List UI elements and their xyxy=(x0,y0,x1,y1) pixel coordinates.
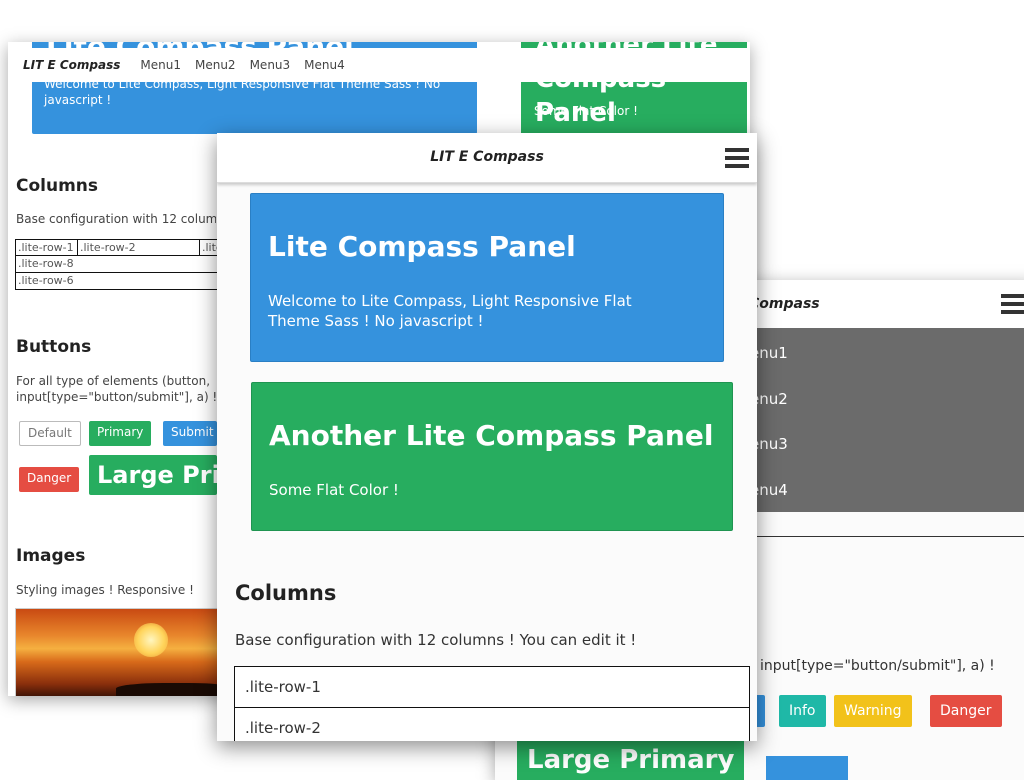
buttons-description: input[type="button/submit"], a) ! xyxy=(760,658,995,674)
green-panel-description: Some Flat Color ! xyxy=(534,104,638,118)
panel-description: Welcome to Lite Compass, Light Responsiv… xyxy=(268,292,632,330)
mobile-navbar: LIT E Compass xyxy=(217,133,757,183)
brand-logo[interactable]: Compass xyxy=(749,296,820,312)
grid-row: .lite-row-2 xyxy=(234,707,750,741)
panel-description: Some Flat Color ! xyxy=(269,481,399,499)
buttons-heading: Buttons xyxy=(16,337,92,357)
nav-menu1[interactable]: Menu1 xyxy=(140,58,181,72)
buttons-description-line1: For all type of elements (button, xyxy=(16,374,211,388)
hamburger-menu-icon[interactable] xyxy=(725,148,749,168)
large-submit-button[interactable] xyxy=(766,756,848,780)
default-button[interactable]: Default xyxy=(19,421,81,446)
large-primary-button[interactable]: Large Primary xyxy=(89,455,217,495)
grid-row: .lite-row-1 xyxy=(234,666,750,708)
nav-menu4[interactable]: Menu4 xyxy=(304,58,345,72)
info-button[interactable]: Info xyxy=(779,695,826,727)
desktop-navbar: LIT E Compass Menu1 Menu2 Menu3 Menu4 xyxy=(8,48,750,82)
divider xyxy=(750,536,1024,537)
primary-button[interactable]: Primary xyxy=(89,421,152,446)
images-heading: Images xyxy=(16,546,86,566)
panel-title: Lite Compass Panel xyxy=(268,230,576,263)
brand-logo[interactable]: LIT E Compass xyxy=(23,58,120,72)
front-browser-window: LIT E Compass Lite Compass Panel Welcome… xyxy=(217,133,757,741)
danger-button[interactable]: Danger xyxy=(19,467,80,492)
blue-panel: Lite Compass Panel Welcome to Lite Compa… xyxy=(250,193,724,362)
columns-heading: Columns xyxy=(16,176,99,196)
green-panel: Another Lite Compass Panel Some Flat Col… xyxy=(251,382,733,531)
nav-menu2[interactable]: Menu2 xyxy=(195,58,236,72)
warning-button[interactable]: Warning xyxy=(834,695,912,727)
large-primary-button[interactable]: Large Primary xyxy=(517,738,745,780)
brand-logo[interactable]: LIT E Compass xyxy=(217,149,757,165)
sun xyxy=(134,623,168,657)
grid-cell: .lite-row-1 xyxy=(16,240,78,255)
danger-button[interactable]: Danger xyxy=(930,695,1002,727)
images-description: Styling images ! Responsive ! xyxy=(16,583,194,597)
columns-description: Base configuration with 12 columns ! You… xyxy=(235,631,637,649)
panel-title: Another Lite Compass Panel xyxy=(269,419,714,452)
sunset-image xyxy=(15,608,236,696)
columns-grid: .lite-row-1 .lite-row-2 xyxy=(234,666,750,741)
submit-button[interactable]: Submit xyxy=(163,421,217,446)
columns-description: Base configuration with 12 columns ! You… xyxy=(16,212,216,226)
nav-menu3[interactable]: Menu3 xyxy=(250,58,291,72)
grid-cell: .lite-row-2 xyxy=(78,240,200,255)
columns-heading: Columns xyxy=(235,581,337,605)
hamburger-menu-icon[interactable] xyxy=(1001,294,1024,314)
buttons-description-line2: input[type="button/submit"], a) ! xyxy=(16,390,218,404)
